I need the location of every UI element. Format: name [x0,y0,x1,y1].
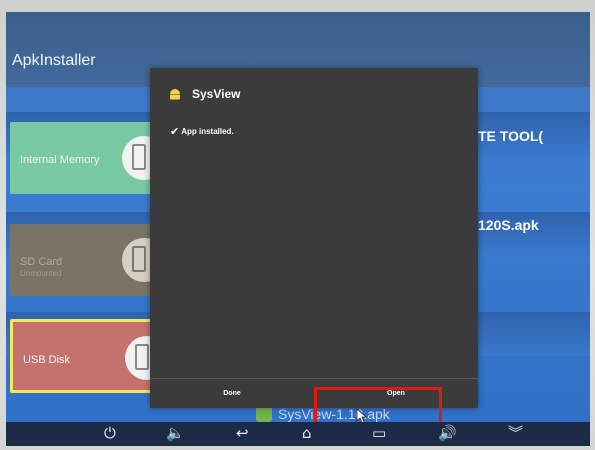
open-button-highlight [314,387,442,427]
tv-screen: ApkInstaller Internal Memory SD Card Unm… [6,12,590,446]
dialog-divider [150,378,478,379]
dialog-title: SysView [192,87,241,101]
storage-sd-card[interactable]: SD Card Unmounted [10,224,160,296]
file-item-apk[interactable]: 120S.apk [478,217,539,233]
app-title: ApkInstaller [12,52,96,69]
check-icon: ✔ [170,126,180,138]
sd-glyph-icon [132,246,146,272]
power-icon[interactable]: ⏻ [104,424,116,442]
chip-icon [132,144,146,170]
usb-glyph-icon [135,344,149,370]
volume-down-icon[interactable]: 🔈 [166,424,185,442]
done-button[interactable]: Done [150,382,314,404]
dialog-header: SysView [168,84,240,104]
home-icon[interactable]: ⌂ [302,424,312,442]
system-nav-bar [6,422,590,446]
apk-icon [256,406,272,422]
install-status: ✔ App installed. [170,125,234,138]
storage-label: USB Disk [23,354,71,366]
storage-label: SD Card [20,256,63,268]
storage-internal-memory[interactable]: Internal Memory [10,122,160,194]
storage-usb-disk[interactable]: USB Disk [10,319,160,393]
storage-label: Internal Memory [20,154,100,166]
volume-up-icon[interactable]: 🔊 [438,424,457,442]
android-icon [170,89,180,100]
back-icon[interactable]: ↩ [236,424,249,442]
collapse-icon[interactable]: ︾ [508,424,523,442]
file-item-tool[interactable]: TE TOOL( [478,128,543,144]
recent-apps-icon[interactable]: ▭ [372,424,386,442]
status-message: App installed. [181,127,234,136]
install-dialog: SysView ✔ App installed. Done Open [150,68,478,408]
storage-status: Unmounted [20,269,62,278]
